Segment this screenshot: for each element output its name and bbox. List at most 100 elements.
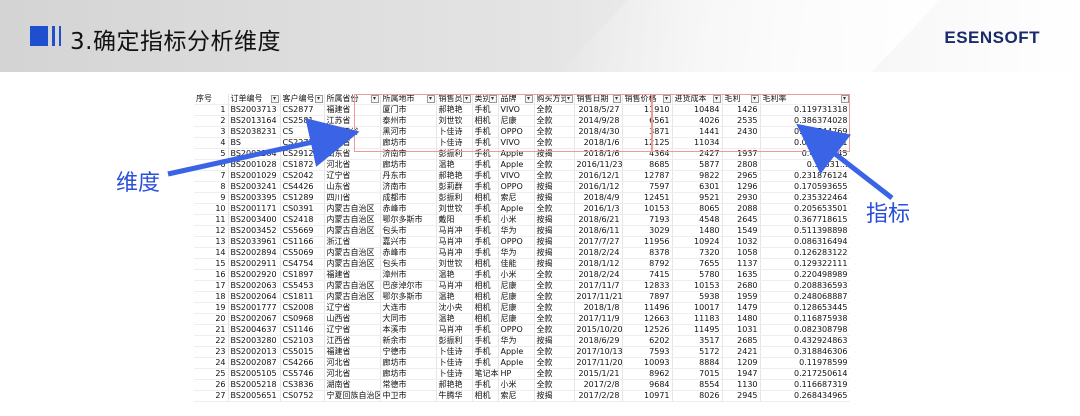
table-cell[interactable]: BS2003452 — [228, 225, 281, 237]
table-cell[interactable]: 手机 — [472, 203, 499, 215]
table-cell[interactable]: 嘉兴市 — [380, 236, 437, 248]
table-cell[interactable]: 7 — [194, 170, 229, 182]
table-cell[interactable]: 温艳 — [436, 269, 473, 281]
table-cell[interactable]: 大连市 — [380, 302, 437, 314]
table-cell[interactable]: BS2002064 — [228, 291, 281, 303]
table-cell[interactable]: 0.231876124 — [760, 170, 850, 182]
table-cell[interactable]: 9822 — [672, 170, 723, 182]
table-cell[interactable]: 12451 — [622, 192, 673, 204]
table-cell[interactable]: 内蒙古自治区 — [324, 214, 381, 226]
table-cell[interactable]: CS4426 — [280, 181, 325, 193]
table-cell[interactable]: 巴彦淖尔市 — [380, 280, 437, 292]
table-cell[interactable]: 7415 — [622, 269, 673, 281]
table-cell[interactable]: BS2002911 — [228, 258, 281, 270]
table-cell[interactable]: 手机 — [472, 236, 499, 248]
table-cell[interactable]: 内蒙古自治区 — [324, 258, 381, 270]
table-cell[interactable]: 5877 — [672, 159, 723, 171]
table-cell[interactable]: 0.217250614 — [760, 368, 850, 380]
table-cell[interactable]: 牛腾华 — [436, 390, 473, 402]
table-cell[interactable]: 廊坊市 — [380, 159, 437, 171]
table-cell[interactable]: 廊坊市 — [380, 368, 437, 380]
table-cell[interactable]: CS1897 — [280, 269, 325, 281]
table-cell[interactable]: 相机 — [472, 313, 499, 325]
table-cell[interactable]: 彭振利 — [436, 335, 473, 347]
table-cell[interactable]: BS2002894 — [228, 247, 281, 259]
table-cell[interactable]: 福建省 — [324, 346, 381, 358]
table-cell[interactable]: CS1811 — [280, 291, 325, 303]
table-cell[interactable]: 鄂尔多斯市 — [380, 291, 437, 303]
table-cell[interactable]: 8884 — [672, 357, 723, 369]
table-cell[interactable]: BS2001029 — [228, 170, 281, 182]
table-cell[interactable]: BS2002087 — [228, 357, 281, 369]
table-cell[interactable]: 温艳 — [436, 291, 473, 303]
table-cell[interactable]: CS5015 — [280, 346, 325, 358]
table-cell[interactable]: 1479 — [722, 302, 761, 314]
table-cell[interactable]: 0.086316494 — [760, 236, 850, 248]
table-cell[interactable]: 相机 — [472, 192, 499, 204]
table-cell[interactable]: CS5669 — [280, 225, 325, 237]
table-cell[interactable]: 9521 — [672, 192, 723, 204]
table-cell[interactable]: 全款 — [534, 203, 575, 215]
table-cell[interactable]: 11956 — [622, 236, 673, 248]
table-cell[interactable]: 0.116687319 — [760, 379, 850, 391]
table-cell[interactable]: 12663 — [622, 313, 673, 325]
table-cell[interactable]: 6301 — [672, 181, 723, 193]
table-cell[interactable]: 0.128653445 — [760, 302, 850, 314]
table-cell[interactable]: 辽宁省 — [324, 302, 381, 314]
table-cell[interactable]: 2088 — [722, 203, 761, 215]
table-cell[interactable]: 1480 — [672, 225, 723, 237]
table-cell[interactable]: 全款 — [534, 302, 575, 314]
table-cell[interactable]: 0.511398898 — [760, 225, 850, 237]
table-cell[interactable]: 0.126283122 — [760, 247, 850, 259]
table-cell[interactable]: 卜佳诗 — [436, 357, 473, 369]
table-cell[interactable]: 温艳 — [436, 159, 473, 171]
filter-dropdown-icon[interactable]: ▾ — [314, 95, 323, 103]
table-cell[interactable]: 2018/6/21 — [574, 214, 623, 226]
table-cell[interactable]: 0.32331... — [760, 159, 850, 171]
table-cell[interactable]: CS2271 — [280, 137, 325, 149]
table-cell[interactable]: CS3836 — [280, 379, 325, 391]
table-cell[interactable]: 19 — [194, 302, 229, 314]
table-cell[interactable]: 0.208836593 — [760, 280, 850, 292]
table-cell[interactable]: 2965 — [722, 170, 761, 182]
table-cell[interactable]: 0.129322111 — [760, 258, 850, 270]
table-cell[interactable]: 2017/11/21 — [574, 291, 623, 303]
table-cell[interactable]: Apple — [498, 357, 535, 369]
table-cell[interactable]: 13 — [194, 236, 229, 248]
table-cell[interactable]: 2421 — [722, 346, 761, 358]
table-cell[interactable]: 河北省 — [324, 159, 381, 171]
table-cell[interactable]: 丹东市 — [380, 170, 437, 182]
table-cell[interactable]: 8685 — [622, 159, 673, 171]
table-cell[interactable]: 华为 — [498, 225, 535, 237]
table-cell[interactable]: 按揭 — [534, 225, 575, 237]
table-cell[interactable]: 按揭 — [534, 335, 575, 347]
table-cell[interactable]: BS2005651 — [228, 390, 281, 402]
table-cell[interactable]: 全款 — [534, 280, 575, 292]
table-cell[interactable]: 2016/11/23 — [574, 159, 623, 171]
table-cell[interactable]: 12 — [194, 225, 229, 237]
table-cell[interactable]: 2017/7/27 — [574, 236, 623, 248]
table-cell[interactable]: 四川省 — [324, 192, 381, 204]
table-cell[interactable]: 大同市 — [380, 313, 437, 325]
table-cell[interactable]: 1058 — [722, 247, 761, 259]
table-cell[interactable]: 21 — [194, 324, 229, 336]
table-cell[interactable]: 全款 — [534, 159, 575, 171]
table-cell[interactable]: 按揭 — [534, 192, 575, 204]
table-cell[interactable]: 卜佳诗 — [436, 346, 473, 358]
table-cell[interactable]: 按揭 — [534, 236, 575, 248]
table-cell[interactable]: 10153 — [622, 203, 673, 215]
table-cell[interactable]: 宁德市 — [380, 346, 437, 358]
table-cell[interactable]: 0.11978599 — [760, 357, 850, 369]
table-cell[interactable]: 华为 — [498, 335, 535, 347]
table-cell[interactable]: 华为 — [498, 247, 535, 259]
table-cell[interactable]: 10093 — [622, 357, 673, 369]
table-cell[interactable]: CS4754 — [280, 258, 325, 270]
table-cell[interactable]: 2017/10/13 — [574, 346, 623, 358]
table-cell[interactable]: 2016/1/3 — [574, 203, 623, 215]
table-cell[interactable]: CS — [280, 126, 325, 138]
table-cell[interactable]: 佳能 — [498, 258, 535, 270]
table-cell[interactable]: 新余市 — [380, 335, 437, 347]
table-cell[interactable]: 手机 — [472, 324, 499, 336]
table-cell[interactable]: 笔记本 — [472, 368, 499, 380]
table-cell[interactable]: 0.205653501 — [760, 203, 850, 215]
